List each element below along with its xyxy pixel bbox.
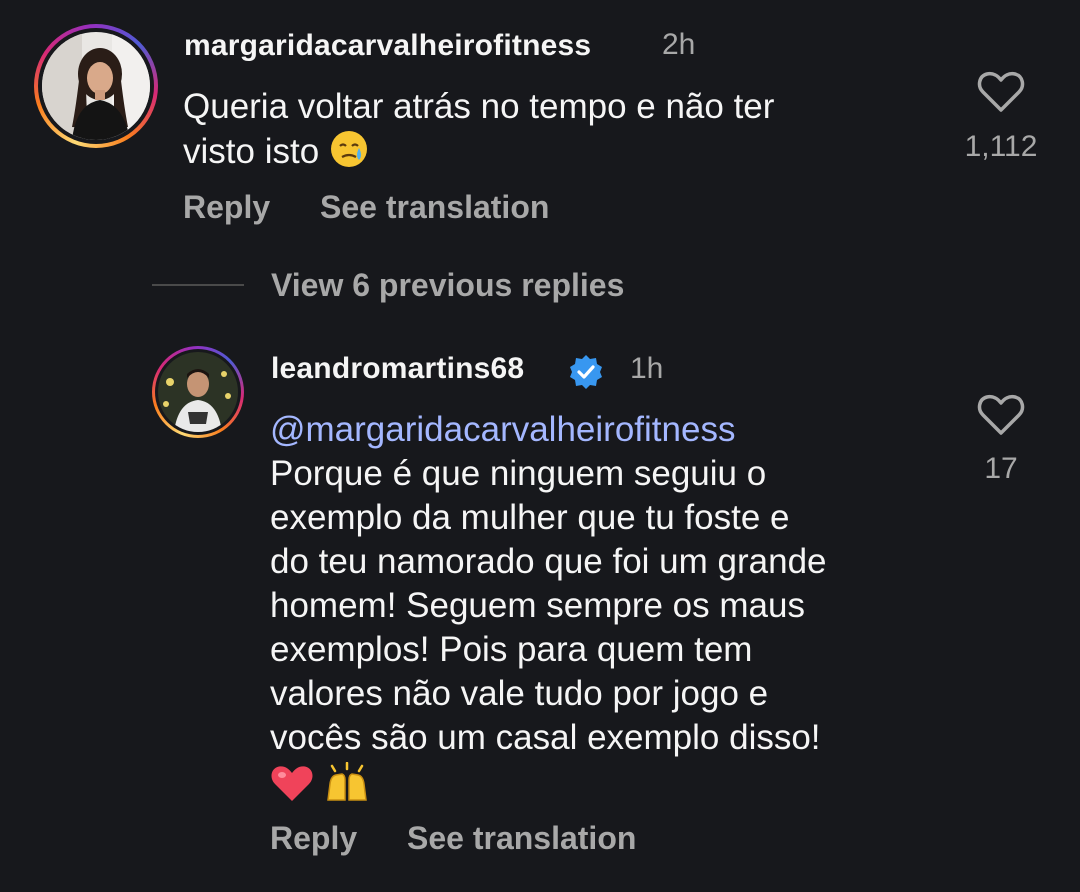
comment-1-like-button[interactable] xyxy=(977,70,1025,114)
comment-2-text-line-6: valores não vale tudo por jogo e xyxy=(270,674,769,713)
comment-2-see-translation-button[interactable]: See translation xyxy=(407,820,636,857)
comment-2-reply-button[interactable]: Reply xyxy=(270,820,357,857)
heart-outline-icon xyxy=(977,394,1025,435)
comment-1-like-count: 1,112 xyxy=(964,130,1038,163)
avatar-photo-woman xyxy=(42,32,150,140)
red-heart-emoji-icon xyxy=(271,766,313,801)
view-previous-replies-label[interactable]: View 6 previous replies xyxy=(271,267,624,304)
comment-2-like-button[interactable] xyxy=(977,393,1025,437)
avatar-photo-man xyxy=(158,352,238,432)
avatar-margaridacarvalheirofitness[interactable] xyxy=(34,24,158,148)
comment-2-timestamp: 1h xyxy=(630,352,664,385)
comment-2-text-line-5: exemplos! Pois para quem tem xyxy=(270,630,753,669)
comment-1-text-line-2: visto isto xyxy=(183,132,320,171)
avatar-leandromartins68[interactable] xyxy=(152,346,244,438)
verified-badge-icon xyxy=(567,353,605,391)
comment-2-like-count: 17 xyxy=(984,452,1018,485)
comment-1-timestamp: 2h xyxy=(662,28,696,61)
comment-2-emoji-line xyxy=(270,760,827,809)
comment-2-username[interactable]: leandromartins68 xyxy=(271,352,524,386)
comment-2-text: @margaridacarvalheirofitness Porque é qu… xyxy=(270,408,827,809)
comment-1-text: Queria voltar atrás no tempo e não ter v… xyxy=(183,85,774,174)
comment-2-text-line-7: vocês são um casal exemplo disso! xyxy=(270,718,821,757)
replies-divider xyxy=(152,284,244,286)
heart-outline-icon xyxy=(977,71,1025,112)
comment-2-text-line-1: Porque é que ninguem seguiu o xyxy=(270,454,767,493)
face-holding-back-tears-emoji-icon xyxy=(330,131,367,167)
comment-1-text-line-1: Queria voltar atrás no tempo e não ter xyxy=(183,87,775,126)
comment-2-text-line-4: homem! Seguem sempre os maus xyxy=(270,586,805,625)
comment-2-mention-link[interactable]: @margaridacarvalheirofitness xyxy=(270,408,827,452)
raising-hands-emoji-icon xyxy=(326,762,367,801)
comment-2-text-line-2: exemplo da mulher que tu foste e xyxy=(270,498,790,537)
comment-1-reply-button[interactable]: Reply xyxy=(183,189,270,226)
comment-1-see-translation-button[interactable]: See translation xyxy=(320,189,549,226)
comment-2-text-line-3: do teu namorado que foi um grande xyxy=(270,542,827,581)
comment-1-username[interactable]: margaridacarvalheirofitness xyxy=(184,29,591,63)
